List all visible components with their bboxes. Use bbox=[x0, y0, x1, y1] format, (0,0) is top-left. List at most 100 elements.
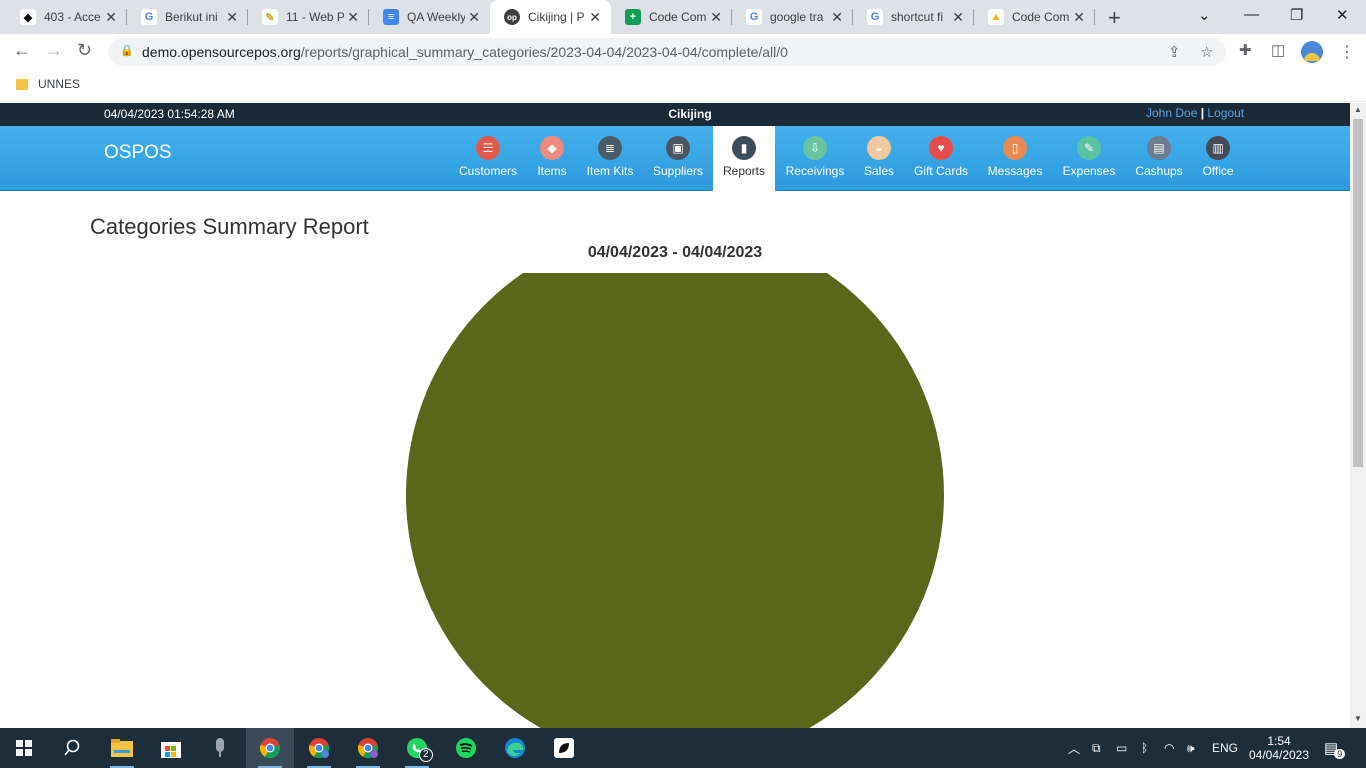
google-icon: G bbox=[141, 9, 157, 25]
user-name-link[interactable]: John Doe bbox=[1146, 106, 1197, 120]
pie-chart-container: marca 1 bbox=[0, 214, 1350, 728]
nav-sales[interactable]: ◒ Sales bbox=[844, 126, 914, 191]
browser-tab[interactable]: ◆ 403 - Acce ✕ bbox=[6, 0, 127, 34]
close-tab-icon[interactable]: ✕ bbox=[226, 9, 238, 26]
share-icon[interactable]: ⇪ bbox=[1168, 43, 1181, 61]
office-building-icon: ▥ bbox=[1206, 136, 1230, 160]
browser-tab[interactable]: op Cikijing | P ✕ bbox=[490, 0, 611, 34]
bookmark-label: UNNES bbox=[38, 77, 81, 91]
chrome-profile-2-icon[interactable] bbox=[295, 728, 343, 768]
messages-phone-icon: ▯ bbox=[1003, 136, 1027, 160]
browser-tab-title: 11 - Web P bbox=[286, 10, 344, 24]
browser-tab[interactable]: ✎ 11 - Web P ✕ bbox=[248, 0, 369, 34]
forward-icon[interactable]: → bbox=[45, 40, 63, 61]
close-tab-icon[interactable]: ✕ bbox=[952, 9, 964, 26]
bookmark-star-icon[interactable]: ☆ bbox=[1200, 43, 1213, 61]
nav-gift-cards[interactable]: ♥ Gift Cards bbox=[906, 126, 976, 191]
ospos-icon: op bbox=[504, 9, 520, 25]
url-text[interactable]: demo.opensourcepos.org/reports/graphical… bbox=[142, 44, 788, 60]
edge-icon[interactable] bbox=[491, 728, 539, 768]
nav-label: Reports bbox=[722, 164, 766, 178]
scroll-up-arrow-icon[interactable]: ▲ bbox=[1354, 105, 1362, 114]
close-window-button[interactable]: ✕ bbox=[1336, 6, 1349, 24]
scrollbar-thumb[interactable] bbox=[1353, 119, 1363, 467]
scroll-down-arrow-icon[interactable]: ▼ bbox=[1354, 714, 1362, 723]
profile-avatar[interactable] bbox=[1301, 41, 1323, 63]
tab-separator bbox=[1094, 9, 1095, 25]
nav-label: Item Kits bbox=[586, 164, 634, 178]
chrome-profile-3-icon[interactable] bbox=[344, 728, 392, 768]
cashups-register-icon: ▤ bbox=[1147, 136, 1171, 160]
browser-tab[interactable]: Gshortcut fi ✕ bbox=[853, 0, 974, 34]
nav-label: Messages bbox=[987, 164, 1043, 178]
tray-bluetooth-icon[interactable]: ᛒ bbox=[1141, 728, 1148, 768]
nav-label: Suppliers bbox=[652, 164, 704, 178]
search-icon[interactable] bbox=[48, 728, 96, 768]
google-sheets-icon: + bbox=[625, 9, 641, 25]
url-host: demo.opensourcepos.org bbox=[142, 44, 301, 60]
nav-label: Expenses bbox=[1062, 164, 1116, 178]
close-tab-icon[interactable]: ✕ bbox=[710, 9, 722, 26]
tray-language[interactable]: ENG bbox=[1212, 728, 1238, 768]
browser-tab[interactable]: + Code Com ✕ bbox=[611, 0, 732, 34]
page-scrollbar[interactable]: ▲ ▼ bbox=[1350, 103, 1366, 728]
taskbar-badge: 2 bbox=[419, 748, 433, 762]
tray-wifi-icon[interactable]: ◠ bbox=[1164, 728, 1174, 768]
nav-label: Cashups bbox=[1135, 164, 1183, 178]
bookmark-unnes[interactable]: UNNES bbox=[16, 77, 80, 91]
chrome-icon[interactable] bbox=[246, 728, 294, 768]
tray-meet-icon[interactable]: ⧉ bbox=[1092, 728, 1101, 768]
suppliers-briefcase-icon: ▣ bbox=[666, 136, 690, 160]
ospos-leaf-app-icon[interactable] bbox=[540, 728, 588, 768]
file-explorer-icon[interactable] bbox=[98, 728, 146, 768]
tray-volume-icon[interactable]: 🕪 bbox=[1187, 728, 1195, 768]
tray-clock[interactable]: 1:54 04/04/2023 bbox=[1248, 728, 1310, 768]
customers-icon: ☰ bbox=[476, 136, 500, 160]
lock-icon[interactable]: 🔒 bbox=[120, 44, 134, 57]
tray-show-hidden-icon[interactable]: ︿ bbox=[1068, 728, 1080, 768]
close-tab-icon[interactable]: ✕ bbox=[105, 9, 117, 26]
nav-item-kits[interactable]: ≣ Item Kits bbox=[575, 126, 645, 191]
tray-date: 04/04/2023 bbox=[1248, 748, 1310, 762]
close-tab-icon[interactable]: ✕ bbox=[468, 9, 480, 26]
logout-link[interactable]: Logout bbox=[1207, 106, 1244, 120]
ospos-leaf-icon: ◆ bbox=[20, 9, 36, 25]
browser-tab[interactable]: G Berikut ini ✕ bbox=[127, 0, 248, 34]
close-tab-icon[interactable]: ✕ bbox=[831, 9, 843, 26]
new-tab-button[interactable]: + bbox=[1108, 5, 1121, 31]
minimize-window-button[interactable]: — bbox=[1244, 6, 1259, 23]
nav-expenses[interactable]: ✎ Expenses bbox=[1054, 126, 1124, 191]
reload-icon[interactable]: ↻ bbox=[77, 40, 92, 61]
tray-battery-icon[interactable]: ▭ bbox=[1116, 728, 1127, 768]
tab-search-icon[interactable]: ⌄ bbox=[1198, 6, 1211, 24]
nav-suppliers[interactable]: ▣ Suppliers bbox=[643, 126, 713, 191]
browser-menu-icon[interactable]: ⋮ bbox=[1339, 42, 1355, 62]
close-tab-icon[interactable]: ✕ bbox=[347, 9, 359, 26]
address-bar[interactable]: 🔒 demo.opensourcepos.org/reports/graphic… bbox=[108, 38, 1226, 66]
voice-recorder-icon[interactable] bbox=[196, 728, 244, 768]
nav-office[interactable]: ▥ Office bbox=[1183, 126, 1253, 191]
nav-customers[interactable]: ☰ Customers bbox=[453, 126, 523, 191]
nav-reports[interactable]: ▮ Reports bbox=[713, 126, 775, 191]
extensions-puzzle-icon[interactable]: ✚ bbox=[1239, 41, 1252, 59]
restore-window-button[interactable]: ❐ bbox=[1290, 6, 1303, 24]
notification-center-icon[interactable]: ▤ 9 bbox=[1324, 728, 1346, 768]
browser-tab[interactable]: ▲ Code Com ✕ bbox=[974, 0, 1095, 34]
spotify-icon[interactable] bbox=[442, 728, 490, 768]
folder-icon bbox=[16, 78, 28, 90]
windows-start-icon[interactable] bbox=[0, 728, 48, 768]
back-icon[interactable]: ← bbox=[13, 40, 31, 61]
browser-tab[interactable]: ≡ QA Weekly ✕ bbox=[369, 0, 490, 34]
pie-slice[interactable] bbox=[406, 226, 944, 728]
item-kits-stack-icon: ≣ bbox=[598, 136, 622, 160]
pie-chart: marca 1 bbox=[406, 214, 944, 728]
nav-receivings[interactable]: ⇩ Receivings bbox=[780, 126, 850, 191]
browser-tab[interactable]: Ggoogle tra ✕ bbox=[732, 0, 853, 34]
app-brand[interactable]: OSPOS bbox=[104, 142, 172, 164]
close-tab-icon[interactable]: ✕ bbox=[589, 9, 601, 26]
side-panel-icon[interactable]: ◫ bbox=[1271, 41, 1285, 59]
nav-messages[interactable]: ▯ Messages bbox=[980, 126, 1050, 191]
whatsapp-icon[interactable]: 2 bbox=[393, 728, 441, 768]
microsoft-store-icon[interactable] bbox=[147, 728, 195, 768]
close-tab-icon[interactable]: ✕ bbox=[1073, 9, 1085, 26]
